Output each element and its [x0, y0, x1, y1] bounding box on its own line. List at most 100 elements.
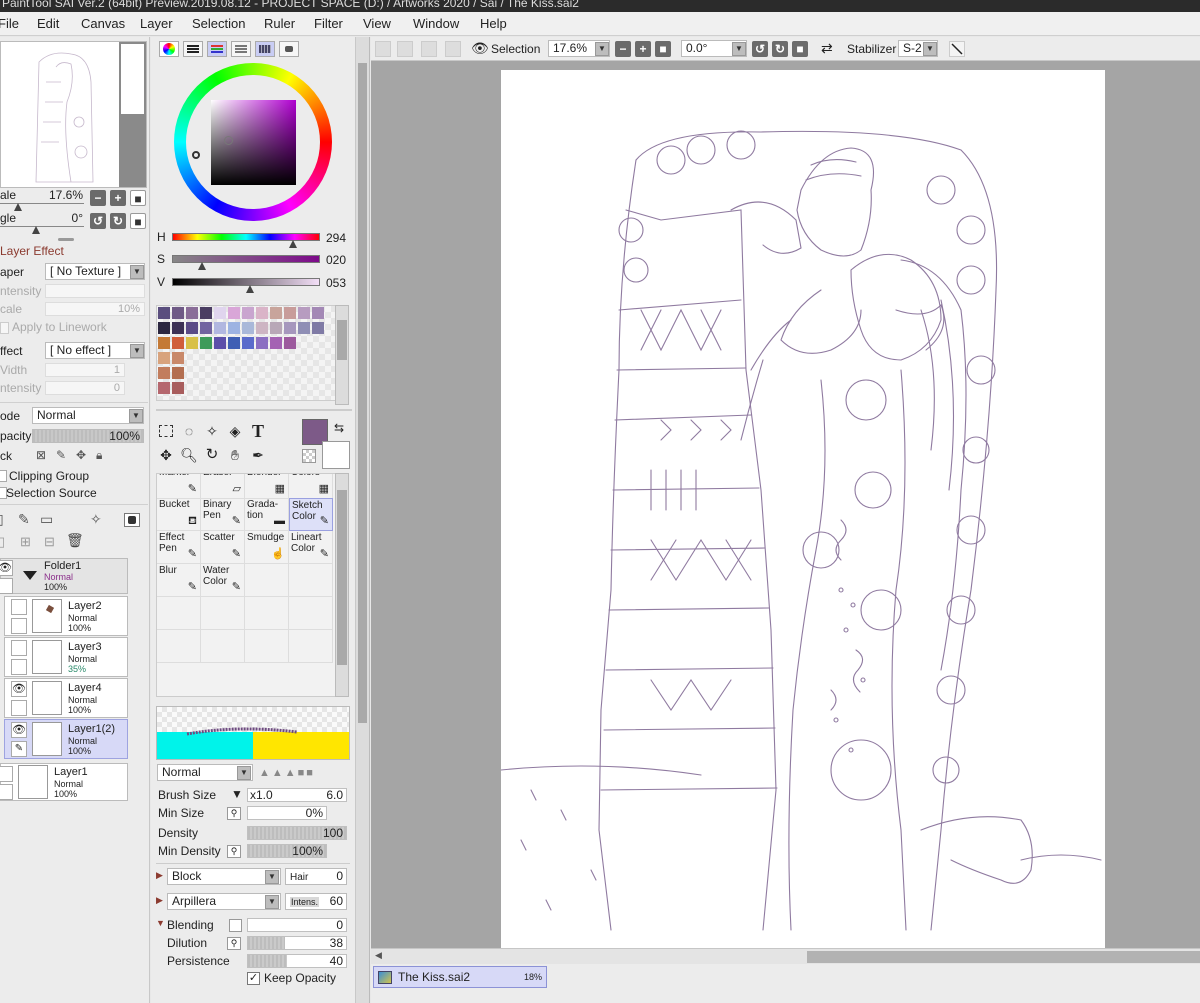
layer-item-folder1[interactable]: 👁︎ Folder1 Normal 100%	[0, 558, 128, 594]
brush-sketch-color[interactable]: Sketch Color ✎	[289, 498, 333, 531]
zoom-out-button[interactable]: −	[615, 41, 631, 57]
canvas-paper[interactable]	[500, 70, 1105, 948]
hsv-sliders-tab-icon[interactable]	[207, 41, 227, 57]
color-swatch[interactable]	[186, 307, 198, 319]
empty-brush-slot[interactable]	[201, 630, 245, 663]
hue-slider[interactable]	[172, 233, 320, 241]
menu-ruler[interactable]: Ruler	[264, 16, 295, 31]
brush-size-field[interactable]: x1.0 6.0	[247, 788, 347, 802]
layer-item-layer1-2[interactable]: 👁︎ ✎ Layer1(2) Normal 100%	[4, 719, 128, 759]
saturation-slider[interactable]	[172, 255, 320, 263]
panel-vertical-scrollbar[interactable]	[356, 37, 370, 1003]
color-swatch[interactable]	[270, 322, 282, 334]
color-swatch[interactable]	[158, 352, 170, 364]
chevron-down-icon[interactable]: ▼	[130, 265, 144, 279]
color-swatch[interactable]	[256, 337, 268, 349]
apply-layer-effect-icon[interactable]: ✧	[90, 511, 102, 528]
visibility-eye-icon[interactable]: 👁︎	[11, 722, 27, 738]
color-swatch[interactable]	[284, 322, 296, 334]
color-swatch[interactable]	[242, 337, 254, 349]
menu-selection[interactable]: Selection	[192, 16, 245, 31]
empty-brush-slot[interactable]	[157, 597, 201, 630]
rotate-ccw-button[interactable]: ↺	[90, 213, 106, 229]
color-swatch[interactable]	[172, 307, 184, 319]
menu-view[interactable]: View	[363, 16, 391, 31]
straight-line-icon[interactable]	[949, 41, 965, 57]
rotate-reset-button[interactable]: ■	[130, 213, 146, 229]
pressure-toggle-icon[interactable]: ⚲	[227, 845, 241, 858]
mixer-tab-icon[interactable]	[231, 41, 251, 57]
lock-all-icon[interactable]: 🔒︎	[96, 448, 102, 463]
min-size-field[interactable]: 0%	[247, 806, 327, 820]
visibility-toggle[interactable]	[0, 766, 13, 782]
color-swatch[interactable]	[200, 337, 212, 349]
nav-scale-slider-thumb[interactable]	[14, 203, 22, 211]
empty-brush-slot[interactable]	[289, 597, 333, 630]
new-folder-icon[interactable]: ▭	[40, 511, 53, 528]
brush-blur[interactable]: Blur ✎	[157, 564, 201, 597]
document-tab[interactable]: The Kiss.sai2 18%	[373, 966, 547, 988]
canvas-horizontal-scrollbar[interactable]: ◀	[371, 948, 1200, 964]
brush-texture-select[interactable]: Arpillera	[167, 893, 281, 910]
hair-field[interactable]: Hair 0	[285, 868, 347, 885]
copy-layer-icon[interactable]: ▯	[0, 534, 5, 550]
layer-lock-toggle[interactable]	[11, 618, 27, 634]
chevron-down-icon[interactable]: ▼	[265, 895, 279, 909]
move-tool-icon[interactable]: ✥	[155, 445, 177, 465]
color-swatch[interactable]	[172, 352, 184, 364]
visibility-eye-icon[interactable]: 👁︎	[0, 560, 13, 576]
select-pen-icon[interactable]: ◈	[224, 421, 246, 441]
color-swatch[interactable]	[312, 307, 324, 319]
merge-down-icon[interactable]: ⊟	[44, 534, 55, 550]
brush-grada-tion[interactable]: Grada-tion ▬	[245, 498, 289, 531]
density-slider[interactable]: 100	[247, 826, 347, 840]
rotate-cw-button[interactable]: ↻	[110, 213, 126, 229]
rgb-sliders-tab-icon[interactable]	[183, 41, 203, 57]
color-swatch[interactable]	[284, 307, 296, 319]
effect-width-field[interactable]: 1	[45, 363, 125, 377]
color-swatch[interactable]	[228, 307, 240, 319]
brush-shape-select[interactable]: Block	[167, 868, 281, 885]
chevron-down-icon[interactable]: ▼	[265, 870, 279, 884]
color-swatch[interactable]	[298, 307, 310, 319]
layer-lock-toggle[interactable]	[11, 700, 27, 716]
lock-paint-icon[interactable]: ✎	[56, 448, 66, 462]
apply-linework-checkbox[interactable]	[0, 322, 9, 334]
visibility-eye-icon[interactable]: 👁︎	[11, 681, 27, 697]
trash-icon[interactable]: 🗑︎	[66, 532, 84, 549]
scratchpad-tab-icon[interactable]	[279, 41, 299, 57]
zoom-out-button[interactable]: −	[90, 190, 106, 206]
text-tool-icon[interactable]: T	[247, 421, 269, 441]
layer-mask-icon[interactable]	[124, 513, 140, 527]
intensity-field[interactable]	[45, 284, 145, 298]
saturation-slider-thumb[interactable]	[197, 262, 206, 270]
brush-grid-scrollbar[interactable]	[335, 473, 349, 697]
lock-move-icon[interactable]: ✥	[76, 448, 86, 462]
chevron-down-icon[interactable]: ▼	[231, 787, 243, 801]
chevron-down-icon[interactable]: ▼	[732, 42, 746, 56]
marquee-select-icon[interactable]	[155, 421, 177, 441]
blending-pressure-checkbox[interactable]	[229, 919, 242, 932]
sv-cursor[interactable]	[224, 136, 233, 145]
color-wheel-tab-icon[interactable]	[159, 41, 179, 57]
brush-scatter[interactable]: Scatter ✎	[201, 531, 245, 564]
color-swatch[interactable]	[242, 307, 254, 319]
menu-help[interactable]: Help	[480, 16, 507, 31]
chevron-down-icon[interactable]: ▼	[923, 42, 937, 56]
hue-ring-marker[interactable]	[192, 151, 200, 159]
expand-arrow-icon[interactable]: ▶	[156, 870, 163, 881]
menu-edit[interactable]: Edit	[37, 16, 59, 31]
min-density-slider[interactable]: 100%	[247, 844, 327, 858]
color-swatch[interactable]	[298, 322, 310, 334]
zoom-reset-button[interactable]: ■	[655, 41, 671, 57]
brush-blender[interactable]: Blender ▦	[245, 474, 289, 499]
collapse-arrow-icon[interactable]: ▼	[156, 918, 165, 928]
brush-binary-pen[interactable]: Binary Pen ✎	[201, 498, 245, 531]
zoom-tool-icon[interactable]: 🔍︎	[178, 445, 200, 465]
empty-brush-slot[interactable]	[245, 630, 289, 663]
brush-colors[interactable]: Colors ▦	[289, 474, 333, 499]
color-swatch[interactable]	[256, 307, 268, 319]
hand-tool-icon[interactable]: ✋︎	[224, 445, 246, 465]
color-swatch[interactable]	[256, 322, 268, 334]
scroll-left-icon[interactable]: ◀	[375, 950, 382, 961]
